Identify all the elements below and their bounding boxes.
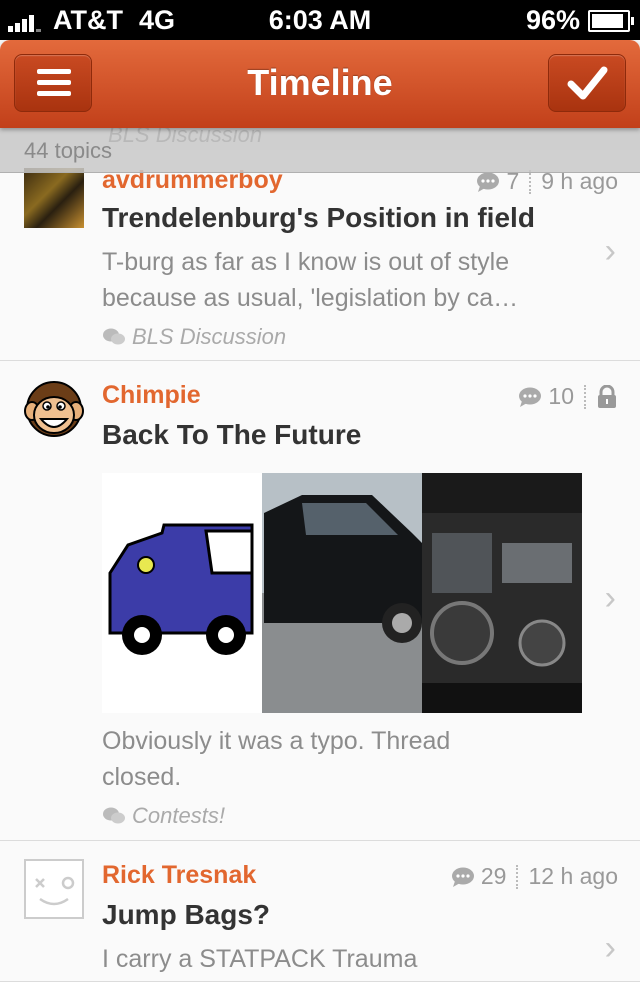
topic-username[interactable]: Chimpie (102, 381, 201, 410)
topic-row[interactable]: Rick Tresnak 29 12 h ago Jump Bags? I ca… (0, 841, 640, 982)
page-title: Timeline (247, 62, 393, 103)
category-label: BLS Discussion (132, 324, 287, 349)
nav-bar: Timeline (0, 40, 640, 128)
topic-title[interactable]: Trendelenburg's Position in field (102, 202, 535, 234)
user-avatar[interactable] (24, 168, 84, 228)
drawing-thumbnail[interactable] (102, 473, 262, 713)
topic-row[interactable]: avdrummerboy 7 9 h ago Trendelenburg's P… (0, 150, 640, 361)
topic-title[interactable]: Jump Bags? (102, 899, 270, 931)
comment-bubble-icon (477, 172, 500, 192)
suv-photo-thumbnail[interactable] (262, 473, 422, 713)
battery-percent: 96% (525, 5, 580, 35)
topic-age: 12 h ago (528, 863, 618, 889)
engine-photo-thumbnail[interactable] (422, 473, 582, 713)
meta-divider (529, 169, 532, 194)
chevron-right-icon: › (604, 929, 616, 967)
battery-group: 96% (525, 5, 634, 36)
topics-count-banner: BLS Discussion 44 topics (0, 122, 640, 173)
category-chat-icon (103, 807, 125, 824)
battery-tip (631, 16, 634, 25)
category-label: Contests! (132, 803, 225, 828)
topic-row[interactable]: Chimpie 10 Back To The Future Obviously … (0, 361, 640, 841)
topic-meta: 10 (518, 383, 618, 410)
chevron-right-icon: › (604, 232, 616, 270)
reply-count: 29 (480, 863, 507, 889)
topic-meta: 29 12 h ago (451, 863, 618, 890)
default-avatar[interactable] (24, 859, 84, 919)
lock-icon (598, 384, 616, 408)
topic-title[interactable]: Back To The Future (102, 419, 361, 451)
category-chat-icon (103, 328, 125, 345)
topics-count: 44 topics (24, 138, 113, 163)
reply-count: 10 (548, 383, 574, 409)
topic-excerpt: T-burg as far as I know is out of style … (102, 248, 519, 312)
chevron-right-icon: › (604, 579, 616, 617)
topic-excerpt: Obviously it was a typo. Thread closed. (102, 727, 451, 791)
topic-username[interactable]: Rick Tresnak (102, 861, 256, 890)
battery-icon (588, 9, 634, 32)
topic-excerpt: I carry a STATPACK Trauma (102, 945, 418, 973)
chimp-avatar[interactable] (24, 379, 84, 439)
comment-bubble-icon (451, 867, 474, 887)
topic-category[interactable]: Contests! (102, 803, 225, 829)
topic-category[interactable]: BLS Discussion (102, 324, 286, 350)
meta-divider (516, 864, 519, 889)
meta-divider (584, 384, 586, 409)
image-strip[interactable] (102, 473, 582, 713)
comment-bubble-icon (519, 387, 542, 407)
checkmark-icon (567, 66, 608, 100)
battery-fill (592, 13, 623, 28)
status-bar: AT&T 4G 6:03 AM 96% (0, 0, 640, 40)
mark-read-button[interactable] (548, 54, 626, 112)
